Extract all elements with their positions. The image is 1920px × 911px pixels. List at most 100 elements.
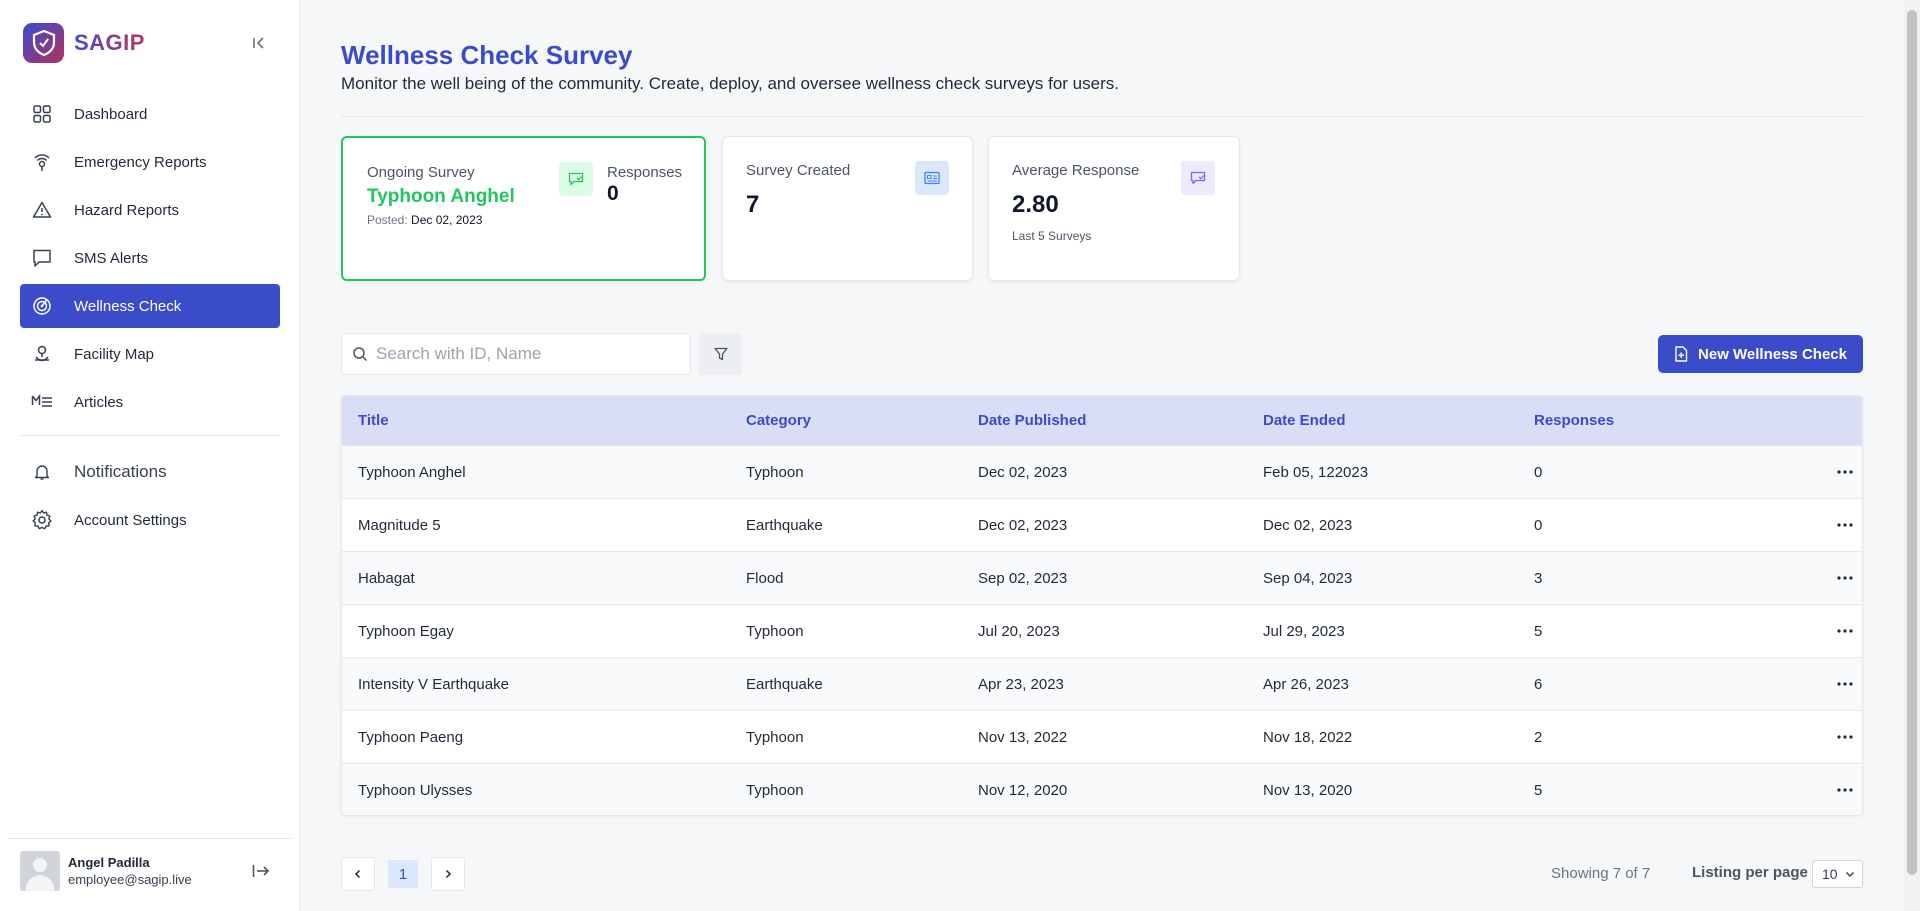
- cell-date-published: Dec 02, 2023: [978, 517, 1068, 534]
- cell-category: Typhoon: [746, 464, 804, 481]
- sidebar-secondary-nav: Notifications Account Settings: [20, 450, 280, 546]
- chevron-left-icon: [353, 869, 363, 879]
- logout-icon[interactable]: [250, 860, 272, 882]
- average-response-note: Last 5 Surveys: [1012, 229, 1092, 243]
- cell-category: Earthquake: [746, 517, 823, 534]
- cell-date-ended: Feb 05, 122023: [1263, 464, 1369, 481]
- cell-title: Typhoon Ulysses: [358, 782, 473, 799]
- sidebar-item-emergency-reports[interactable]: Emergency Reports: [20, 140, 280, 184]
- cell-date-published: Nov 12, 2020: [978, 782, 1068, 799]
- new-wellness-check-label: New Wellness Check: [1698, 345, 1847, 363]
- sidebar-item-label: Wellness Check: [74, 297, 182, 315]
- search-input[interactable]: [376, 344, 676, 364]
- next-page-button[interactable]: [431, 857, 465, 891]
- user-divider: [8, 838, 292, 839]
- cell-date-published: Sep 02, 2023: [978, 570, 1068, 587]
- user-profile[interactable]: Angel Padilla employee@sagip.live: [20, 851, 192, 891]
- showing-count: Showing 7 of 7: [1551, 865, 1651, 882]
- filter-button[interactable]: [699, 333, 742, 375]
- cell-date-ended: Dec 02, 2023: [1263, 517, 1353, 534]
- collapse-sidebar-icon[interactable]: [248, 32, 270, 54]
- more-options-icon[interactable]: [1832, 619, 1858, 643]
- more-options-icon[interactable]: [1832, 725, 1858, 749]
- column-date-ended[interactable]: Date Ended: [1263, 412, 1346, 429]
- more-options-icon[interactable]: [1832, 778, 1858, 802]
- column-date-published[interactable]: Date Published: [978, 412, 1086, 429]
- cell-title: Magnitude 5: [358, 517, 441, 534]
- cell-date-ended: Apr 26, 2023: [1263, 676, 1349, 693]
- cell-responses: 5: [1534, 623, 1543, 640]
- average-response-label: Average Response: [1012, 162, 1140, 179]
- previous-page-button[interactable]: [341, 857, 375, 891]
- surveys-table: Title Category Date Published Date Ended…: [341, 395, 1863, 816]
- cell-title: Intensity V Earthquake: [358, 676, 509, 693]
- per-page-value: 10: [1822, 866, 1838, 882]
- table-row[interactable]: Habagat Flood Sep 02, 2023 Sep 04, 2023 …: [342, 551, 1862, 604]
- cell-date-ended: Jul 29, 2023: [1263, 623, 1345, 640]
- sidebar-item-articles[interactable]: Articles: [20, 380, 280, 424]
- survey-created-card[interactable]: Survey Created 7: [722, 136, 973, 281]
- radar-icon: [30, 294, 54, 318]
- table-row[interactable]: Magnitude 5 Earthquake Dec 02, 2023 Dec …: [342, 498, 1862, 551]
- per-page-select[interactable]: 10: [1812, 860, 1863, 888]
- filter-icon: [713, 347, 728, 361]
- ongoing-survey-card[interactable]: Ongoing Survey Typhoon Anghel Posted: De…: [341, 136, 706, 281]
- sidebar: SAGIP Dashboard Emergency Reports Hazard…: [0, 0, 300, 911]
- cell-category: Typhoon: [746, 729, 804, 746]
- table-row[interactable]: Typhoon Paeng Typhoon Nov 13, 2022 Nov 1…: [342, 710, 1862, 763]
- cell-category: Flood: [746, 570, 784, 587]
- sidebar-item-label: Dashboard: [74, 105, 148, 123]
- listing-per-page-label: Listing per page: [1692, 864, 1808, 881]
- page-subtitle: Monitor the well being of the community.…: [341, 74, 1119, 93]
- cell-date-ended: Sep 04, 2023: [1263, 570, 1353, 587]
- brand[interactable]: SAGIP: [23, 23, 145, 63]
- cell-category: Earthquake: [746, 676, 823, 693]
- sidebar-item-sms-alerts[interactable]: SMS Alerts: [20, 236, 280, 280]
- main-content: Wellness Check Survey Monitor the well b…: [301, 0, 1901, 911]
- more-options-icon[interactable]: [1832, 566, 1858, 590]
- average-response-value: 2.80: [1012, 191, 1059, 218]
- average-response-card[interactable]: Average Response 2.80 Last 5 Surveys: [988, 136, 1240, 281]
- table-row[interactable]: Typhoon Ulysses Typhoon Nov 12, 2020 Nov…: [342, 763, 1862, 815]
- sidebar-item-dashboard[interactable]: Dashboard: [20, 92, 280, 136]
- broadcast-icon: [30, 150, 54, 174]
- cell-responses: 5: [1534, 782, 1543, 799]
- sidebar-item-wellness-check[interactable]: Wellness Check: [20, 284, 280, 328]
- sidebar-item-label: Facility Map: [74, 345, 155, 363]
- user-email: employee@sagip.live: [68, 872, 192, 887]
- sidebar-item-hazard-reports[interactable]: Hazard Reports: [20, 188, 280, 232]
- cell-date-published: Apr 23, 2023: [978, 676, 1064, 693]
- cell-title: Typhoon Anghel: [358, 464, 466, 481]
- header-divider: [341, 116, 1863, 117]
- posted-date: Dec 02, 2023: [411, 213, 483, 227]
- survey-created-value: 7: [746, 191, 760, 218]
- sidebar-item-label: SMS Alerts: [74, 249, 149, 267]
- new-wellness-check-button[interactable]: New Wellness Check: [1658, 335, 1863, 373]
- column-title[interactable]: Title: [358, 412, 389, 429]
- sidebar-item-label: Emergency Reports: [74, 153, 207, 171]
- survey-form-icon: [915, 161, 949, 195]
- sidebar-item-account-settings[interactable]: Account Settings: [20, 498, 280, 542]
- cell-date-published: Nov 13, 2022: [978, 729, 1068, 746]
- page-number[interactable]: 1: [388, 860, 418, 888]
- more-options-icon[interactable]: [1832, 672, 1858, 696]
- table-header: Title Category Date Published Date Ended…: [342, 396, 1862, 445]
- search-box: [341, 333, 691, 375]
- ongoing-survey-posted: Posted: Dec 02, 2023: [367, 213, 482, 227]
- user-name: Angel Padilla: [68, 855, 150, 870]
- cell-date-ended: Nov 18, 2022: [1263, 729, 1353, 746]
- more-options-icon[interactable]: [1832, 460, 1858, 484]
- table-row[interactable]: Typhoon Egay Typhoon Jul 20, 2023 Jul 29…: [342, 604, 1862, 657]
- sidebar-item-notifications[interactable]: Notifications: [20, 450, 280, 494]
- cell-title: Typhoon Egay: [358, 623, 454, 640]
- table-row[interactable]: Typhoon Anghel Typhoon Dec 02, 2023 Feb …: [342, 445, 1862, 498]
- search-icon: [350, 344, 370, 364]
- sidebar-item-facility-map[interactable]: Facility Map: [20, 332, 280, 376]
- sidebar-nav: Dashboard Emergency Reports Hazard Repor…: [20, 92, 280, 428]
- more-options-icon[interactable]: [1832, 513, 1858, 537]
- column-responses[interactable]: Responses: [1534, 412, 1614, 429]
- scrollbar-thumb[interactable]: [1907, 10, 1917, 875]
- column-category[interactable]: Category: [746, 412, 811, 429]
- chat-icon: [1181, 161, 1215, 195]
- table-row[interactable]: Intensity V Earthquake Earthquake Apr 23…: [342, 657, 1862, 710]
